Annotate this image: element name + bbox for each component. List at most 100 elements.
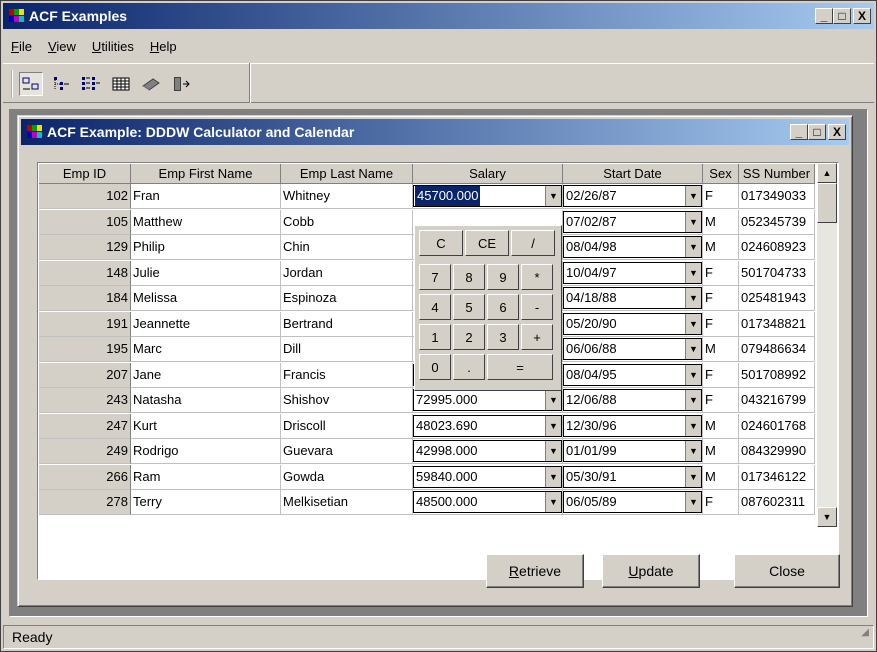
- child-titlebar[interactable]: ACF Example: DDDW Calculator and Calenda…: [21, 119, 849, 145]
- sex-cell[interactable]: F: [703, 184, 739, 209]
- maximize-button[interactable]: □: [833, 8, 851, 24]
- emp-id-cell[interactable]: 102: [39, 184, 131, 209]
- dropdown-arrow-icon[interactable]: ▼: [685, 466, 701, 487]
- child-minimize-button[interactable]: _: [790, 124, 808, 140]
- salary-dropdown[interactable]: 45700.000 ▼: [413, 184, 563, 209]
- ssn-cell[interactable]: 043216799: [739, 388, 815, 413]
- calc-key[interactable]: 8: [453, 264, 485, 290]
- calc-key[interactable]: .: [453, 354, 485, 380]
- ssn-cell[interactable]: 052345739: [739, 209, 815, 235]
- column-header[interactable]: Salary: [413, 164, 563, 184]
- scroll-down-icon[interactable]: ▼: [817, 507, 837, 527]
- first-name-cell[interactable]: Natasha: [131, 388, 281, 413]
- last-name-cell[interactable]: Chin: [281, 235, 413, 260]
- start-date-dropdown[interactable]: 05/30/91 ▼: [563, 464, 703, 490]
- emp-id-cell[interactable]: 105: [39, 209, 131, 235]
- first-name-cell[interactable]: Ram: [131, 464, 281, 490]
- calc-key[interactable]: C: [419, 230, 463, 256]
- dropdown-arrow-icon[interactable]: ▼: [685, 186, 701, 206]
- menu-help[interactable]: Help: [142, 37, 185, 57]
- emp-id-cell[interactable]: 129: [39, 235, 131, 260]
- dropdown-arrow-icon[interactable]: ▼: [685, 288, 701, 308]
- calc-key[interactable]: 0: [419, 354, 451, 380]
- dropdown-arrow-icon[interactable]: ▼: [685, 364, 701, 385]
- menu-view[interactable]: View: [40, 37, 84, 57]
- dropdown-arrow-icon[interactable]: ▼: [685, 237, 701, 257]
- dropdown-arrow-icon[interactable]: ▼: [545, 441, 561, 461]
- dropdown-arrow-icon[interactable]: ▼: [545, 466, 561, 487]
- emp-id-cell[interactable]: 195: [39, 337, 131, 362]
- minimize-button[interactable]: _: [815, 8, 833, 24]
- tree-view-icon[interactable]: [49, 72, 73, 96]
- dropdown-arrow-icon[interactable]: ▼: [545, 415, 561, 436]
- table-row[interactable]: 266 Ram Gowda 59840.000 ▼ 05/30/91 ▼ M 017346122: [39, 464, 815, 490]
- sex-cell[interactable]: F: [703, 490, 739, 515]
- last-name-cell[interactable]: Cobb: [281, 209, 413, 235]
- calc-key[interactable]: 4: [419, 294, 451, 320]
- start-date-dropdown[interactable]: 08/04/98 ▼: [563, 235, 703, 260]
- ssn-cell[interactable]: 017349033: [739, 184, 815, 209]
- last-name-cell[interactable]: Dill: [281, 337, 413, 362]
- sex-cell[interactable]: M: [703, 209, 739, 235]
- calc-key[interactable]: 1: [419, 324, 451, 350]
- ssn-cell[interactable]: 025481943: [739, 286, 815, 311]
- salary-dropdown[interactable]: 48500.000 ▼: [413, 490, 563, 515]
- emp-id-cell[interactable]: 243: [39, 388, 131, 413]
- dropdown-arrow-icon[interactable]: ▼: [685, 415, 701, 436]
- dropdown-arrow-icon[interactable]: ▼: [685, 339, 701, 359]
- table-row[interactable]: 278 Terry Melkisetian 48500.000 ▼ 06/05/89 ▼ F 0…: [39, 490, 815, 515]
- ssn-cell[interactable]: 087602311: [739, 490, 815, 515]
- start-date-dropdown[interactable]: 06/06/88 ▼: [563, 337, 703, 362]
- ssn-cell[interactable]: 084329990: [739, 439, 815, 464]
- start-date-dropdown[interactable]: 06/05/89 ▼: [563, 490, 703, 515]
- table-row[interactable]: 247 Kurt Driscoll 48023.690 ▼ 12/30/96 ▼ M 02460…: [39, 413, 815, 439]
- sex-cell[interactable]: F: [703, 362, 739, 388]
- salary-dropdown[interactable]: 42998.000 ▼: [413, 439, 563, 464]
- emp-id-cell[interactable]: 278: [39, 490, 131, 515]
- list-tree-icon[interactable]: [79, 72, 103, 96]
- last-name-cell[interactable]: Whitney: [281, 184, 413, 209]
- sex-cell[interactable]: M: [703, 413, 739, 439]
- column-header[interactable]: Emp ID: [39, 164, 131, 184]
- first-name-cell[interactable]: Fran: [131, 184, 281, 209]
- ssn-cell[interactable]: 024608923: [739, 235, 815, 260]
- sex-cell[interactable]: F: [703, 260, 739, 286]
- emp-id-cell[interactable]: 247: [39, 413, 131, 439]
- calc-key[interactable]: +: [521, 324, 553, 350]
- close-window-button[interactable]: X: [853, 8, 871, 24]
- column-header[interactable]: Emp Last Name: [281, 164, 413, 184]
- sex-cell[interactable]: F: [703, 286, 739, 311]
- calc-key[interactable]: 7: [419, 264, 451, 290]
- dropdown-arrow-icon[interactable]: ▼: [545, 390, 561, 410]
- calc-key[interactable]: -: [521, 294, 553, 320]
- start-date-dropdown[interactable]: 07/02/87 ▼: [563, 209, 703, 235]
- sex-cell[interactable]: M: [703, 439, 739, 464]
- dropdown-arrow-icon[interactable]: ▼: [685, 313, 701, 334]
- menu-utilities[interactable]: Utilities: [84, 37, 142, 57]
- child-close-button[interactable]: X: [828, 124, 846, 140]
- first-name-cell[interactable]: Jeannette: [131, 311, 281, 337]
- child-maximize-button[interactable]: □: [808, 124, 826, 140]
- ssn-cell[interactable]: 501704733: [739, 260, 815, 286]
- start-date-dropdown[interactable]: 04/18/88 ▼: [563, 286, 703, 311]
- emp-id-cell[interactable]: 266: [39, 464, 131, 490]
- start-date-dropdown[interactable]: 08/04/95 ▼: [563, 362, 703, 388]
- start-date-dropdown[interactable]: 10/04/97 ▼: [563, 260, 703, 286]
- app-titlebar[interactable]: ACF Examples _ □ X: [3, 3, 874, 29]
- ssn-cell[interactable]: 017346122: [739, 464, 815, 490]
- emp-id-cell[interactable]: 184: [39, 286, 131, 311]
- first-name-cell[interactable]: Julie: [131, 260, 281, 286]
- dropdown-arrow-icon[interactable]: ▼: [685, 211, 701, 232]
- first-name-cell[interactable]: Philip: [131, 235, 281, 260]
- table-row[interactable]: 243 Natasha Shishov 72995.000 ▼ 12/06/88 ▼ F 043…: [39, 388, 815, 413]
- sex-cell[interactable]: M: [703, 337, 739, 362]
- scroll-thumb[interactable]: [817, 183, 837, 223]
- start-date-dropdown[interactable]: 02/26/87 ▼: [563, 184, 703, 209]
- start-date-dropdown[interactable]: 12/06/88 ▼: [563, 388, 703, 413]
- grid-view-icon[interactable]: [109, 72, 133, 96]
- first-name-cell[interactable]: Kurt: [131, 413, 281, 439]
- salary-dropdown[interactable]: 72995.000 ▼: [413, 388, 563, 413]
- sex-cell[interactable]: F: [703, 388, 739, 413]
- calc-key[interactable]: 2: [453, 324, 485, 350]
- sex-cell[interactable]: M: [703, 464, 739, 490]
